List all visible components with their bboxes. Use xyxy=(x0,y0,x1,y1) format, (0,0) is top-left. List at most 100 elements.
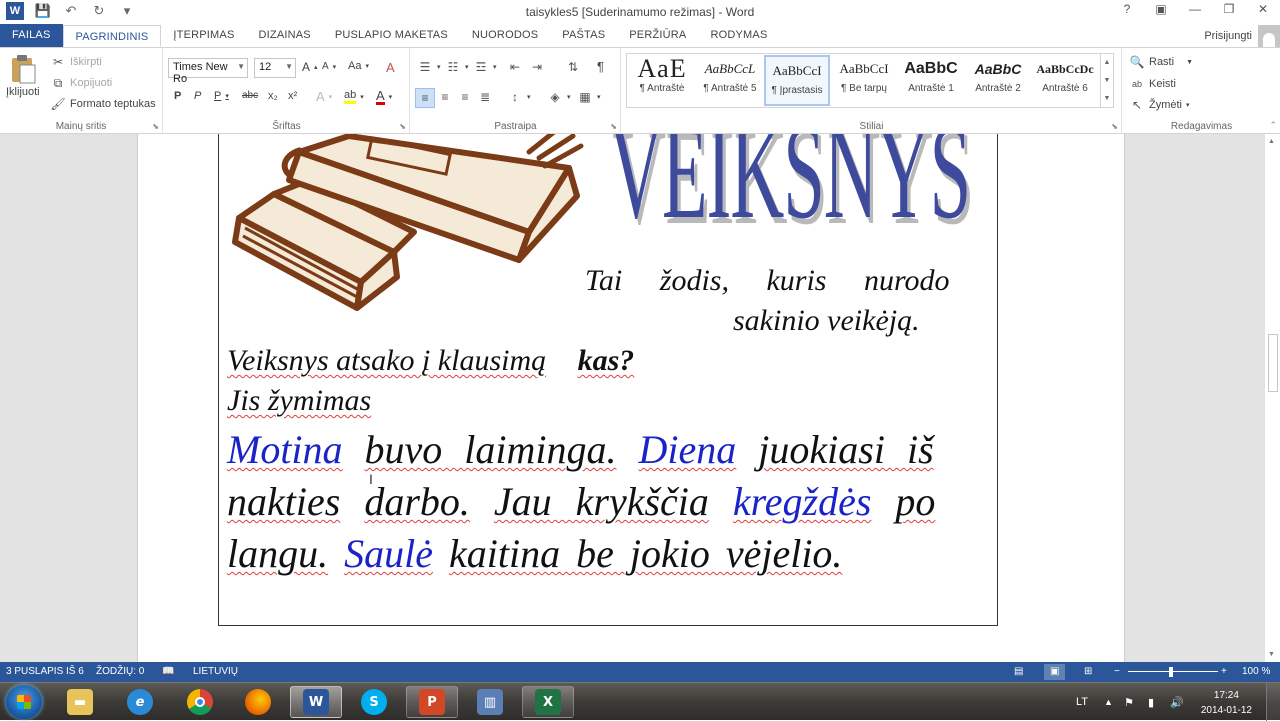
strikethrough-button[interactable]: abc xyxy=(242,90,258,101)
multilevel-list-button[interactable]: ☲ ▾ xyxy=(473,59,497,75)
taskbar-explorer[interactable]: ▬ xyxy=(54,686,106,718)
read-mode-icon[interactable]: ▤ xyxy=(1014,666,1023,677)
tab-page-layout[interactable]: PUSLAPIO MAKETAS xyxy=(323,24,460,47)
dialog-launcher-icon[interactable]: ⬊ xyxy=(1111,122,1118,131)
style-heading-1[interactable]: AaBbC Antraštė 1 xyxy=(898,55,964,106)
taskbar-skype[interactable]: S xyxy=(348,686,400,718)
chevron-up-icon[interactable]: ▲ xyxy=(1268,138,1275,145)
show-hidden-icons-icon[interactable]: ▲ xyxy=(1104,683,1113,721)
style-no-spacing[interactable]: AaBbCcI ¶ Be tarpų xyxy=(831,55,897,106)
grow-font-button[interactable]: A ▴ xyxy=(302,60,318,74)
italic-button[interactable]: P xyxy=(194,90,201,102)
style-title[interactable]: AaE ¶ Antraštė xyxy=(629,55,695,106)
zoom-in-button[interactable]: + xyxy=(1221,666,1227,677)
font-name-input[interactable]: Times New Ro ▼ xyxy=(168,58,248,85)
shrink-font-button[interactable]: A ▾ xyxy=(322,61,336,72)
dialog-launcher-icon[interactable]: ⬊ xyxy=(610,122,617,131)
proofing-icon[interactable]: 📖 xyxy=(162,666,174,677)
font-size-input[interactable]: 12 ▼ xyxy=(254,58,296,78)
style-heading-6[interactable]: AaBbCcDc Antraštė 6 xyxy=(1032,55,1098,106)
sign-in-link[interactable]: Prisijungti xyxy=(1204,30,1252,42)
line-spacing-button[interactable]: ↕ ▾ xyxy=(507,89,531,105)
vertical-scrollbar[interactable]: ▲ ▼ xyxy=(1264,134,1280,662)
document-page[interactable]: VEIKSNYS Tai žodis, kuris nurodo sakinio… xyxy=(137,134,1125,662)
show-desktop-button[interactable] xyxy=(1266,683,1280,721)
document-area[interactable]: VEIKSNYS Tai žodis, kuris nurodo sakinio… xyxy=(0,134,1264,662)
zoom-slider-thumb[interactable] xyxy=(1169,667,1173,677)
decrease-indent-button[interactable]: ⇤ xyxy=(507,59,523,75)
copy-button[interactable]: ⧉ Kopijuoti xyxy=(50,75,113,91)
underline-button[interactable]: P ▾ xyxy=(214,90,229,102)
minimize-button[interactable]: — xyxy=(1186,2,1204,16)
power-icon[interactable]: ▮ xyxy=(1148,683,1154,721)
start-button[interactable] xyxy=(6,685,42,719)
text-effects-button[interactable]: A ▾ xyxy=(316,89,332,104)
restore-button[interactable]: ❐ xyxy=(1220,2,1238,16)
format-painter-button[interactable]: 🖌 Formato teptukas xyxy=(50,96,155,112)
help-button[interactable]: ? xyxy=(1118,2,1136,16)
flag-icon[interactable]: ⚑ xyxy=(1124,683,1134,721)
ribbon-display-options-button[interactable]: ▣ xyxy=(1152,2,1170,16)
page-count[interactable]: 3 PUSLAPIS IŠ 6 xyxy=(6,666,84,677)
align-left-button[interactable]: ≡ xyxy=(415,88,435,108)
increase-indent-button[interactable]: ⇥ xyxy=(529,59,545,75)
more-styles-icon[interactable]: ▼ xyxy=(1104,95,1111,102)
taskbar-movie-maker[interactable]: ▥ xyxy=(464,686,516,718)
zoom-level[interactable]: 100 % xyxy=(1242,666,1270,677)
bullets-button[interactable]: ☰ ▾ xyxy=(417,59,441,75)
web-layout-icon[interactable]: ⊞ xyxy=(1084,666,1092,677)
chevron-down-icon[interactable]: ▼ xyxy=(1268,651,1275,658)
tab-file[interactable]: FAILAS xyxy=(0,24,63,47)
language-indicator[interactable]: LIETUVIŲ xyxy=(193,666,238,677)
avatar[interactable] xyxy=(1258,24,1280,47)
tab-design[interactable]: DIZAINAS xyxy=(247,24,323,47)
clear-formatting-button[interactable]: A xyxy=(386,60,395,75)
tab-view[interactable]: RODYMAS xyxy=(698,24,779,47)
tab-insert[interactable]: ĮTERPIMAS xyxy=(161,24,246,47)
borders-button[interactable]: ▦ ▾ xyxy=(577,89,600,105)
taskbar-excel[interactable]: X xyxy=(522,686,574,718)
select-button[interactable]: ↖ Žymėti ▾ xyxy=(1129,97,1190,113)
tab-references[interactable]: NUORODOS xyxy=(460,24,550,47)
zoom-out-button[interactable]: − xyxy=(1114,666,1120,677)
superscript-button[interactable]: x² xyxy=(288,90,297,102)
taskbar-internet-explorer[interactable]: e xyxy=(114,686,166,718)
replace-button[interactable]: ab Keisti xyxy=(1129,76,1176,92)
tab-home[interactable]: PAGRINDINIS xyxy=(62,25,162,47)
align-center-button[interactable]: ≡ xyxy=(437,89,453,105)
chevron-down-icon[interactable]: ▼ xyxy=(1104,77,1111,84)
shading-button[interactable]: ◈ ▾ xyxy=(547,89,570,105)
taskbar-word[interactable]: W xyxy=(290,686,342,718)
subscript-button[interactable]: x₂ xyxy=(268,90,278,102)
numbering-button[interactable]: ☷ ▾ xyxy=(445,59,469,75)
find-button[interactable]: 🔍 Rasti ▼ xyxy=(1129,54,1193,70)
change-case-button[interactable]: Aa ▾ xyxy=(348,60,369,72)
style-heading-2[interactable]: AaBbC Antraštė 2 xyxy=(965,55,1031,106)
paste-button[interactable]: Įklijuoti xyxy=(6,54,40,98)
sort-button[interactable]: ⇅ xyxy=(565,59,581,75)
word-count[interactable]: ŽODŽIŲ: 0 xyxy=(96,666,144,677)
system-clock[interactable]: 17:24 2014-01-12 xyxy=(1201,688,1252,718)
style-heading-5[interactable]: AaBbCcL ¶ Antraštė 5 xyxy=(697,55,763,106)
tab-mailings[interactable]: PAŠTAS xyxy=(550,24,617,47)
font-color-button[interactable]: A ▾ xyxy=(376,89,392,105)
bold-button[interactable]: P xyxy=(174,90,181,102)
close-button[interactable]: ✕ xyxy=(1254,2,1272,16)
highlight-button[interactable]: ab ▾ xyxy=(344,89,364,104)
collapse-ribbon-icon[interactable]: ⌃ xyxy=(1269,120,1277,131)
taskbar-firefox[interactable] xyxy=(232,686,284,718)
input-language[interactable]: LT xyxy=(1076,683,1088,721)
show-formatting-button[interactable]: ¶ xyxy=(597,59,604,74)
align-right-button[interactable]: ≡ xyxy=(457,89,473,105)
tab-review[interactable]: PERŽIŪRA xyxy=(617,24,698,47)
cut-button[interactable]: ✂ Iškirpti xyxy=(50,54,102,70)
zoom-slider[interactable] xyxy=(1128,671,1218,672)
chevron-up-icon[interactable]: ▲ xyxy=(1104,59,1111,66)
dialog-launcher-icon[interactable]: ⬊ xyxy=(152,122,159,131)
dialog-launcher-icon[interactable]: ⬊ xyxy=(399,122,406,131)
style-normal[interactable]: AaBbCcI ¶ Įprastasis xyxy=(764,55,830,106)
taskbar-powerpoint[interactable]: P xyxy=(406,686,458,718)
print-layout-icon[interactable]: ▣ xyxy=(1044,664,1066,680)
scrollbar-thumb[interactable] xyxy=(1268,334,1278,392)
taskbar-chrome[interactable] xyxy=(174,686,226,718)
